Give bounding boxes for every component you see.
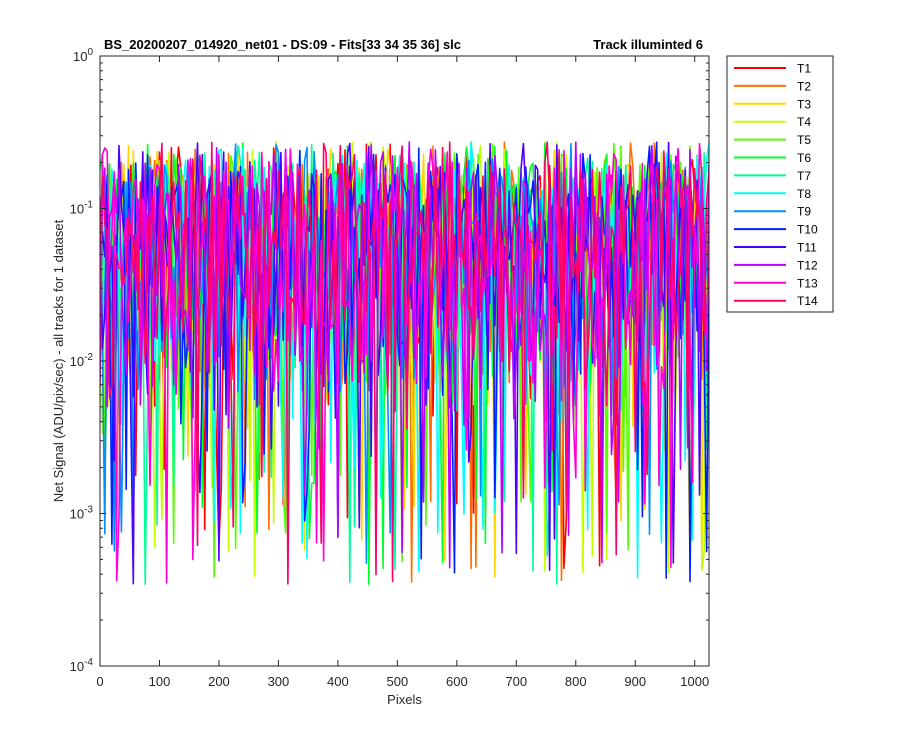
y-tick-exponent: -4 <box>84 657 93 668</box>
x-tick-label: 500 <box>387 674 409 689</box>
chart-title-right: Track illuminted 6 <box>593 37 703 52</box>
y-tick-label: 10-2 <box>70 352 94 369</box>
y-tick-label: 100 <box>73 47 93 64</box>
x-tick-label: 0 <box>96 674 103 689</box>
x-tick-label: 800 <box>565 674 587 689</box>
chart-title-left: BS_20200207_014920_net01 - DS:09 - Fits[… <box>104 37 461 52</box>
y-tick-label: 10-3 <box>70 505 94 522</box>
y-tick-exponent: 0 <box>87 47 93 58</box>
legend-box <box>726 55 834 313</box>
x-tick-label: 700 <box>505 674 527 689</box>
legend-label: T1 <box>797 62 811 76</box>
legend-label: T2 <box>797 79 811 93</box>
legend-label: T3 <box>797 97 811 111</box>
y-tick-label: 10-4 <box>70 657 94 674</box>
legend-label: T4 <box>797 115 811 129</box>
legend-label: T12 <box>797 258 818 272</box>
legend-label: T6 <box>797 151 811 165</box>
y-tick-label: 10-1 <box>70 200 94 217</box>
y-tick-base: 10 <box>70 507 84 522</box>
legend-label: T13 <box>797 276 818 290</box>
y-tick-base: 10 <box>73 49 87 64</box>
y-tick-base: 10 <box>70 354 84 369</box>
legend: T1 T2 T3 T4 T5 T6 T7 T8 T9 T10 T11 T12 T13 T14 <box>726 55 834 313</box>
x-tick-label: 600 <box>446 674 468 689</box>
legend-label: T14 <box>797 294 818 308</box>
x-tick-label: 200 <box>208 674 230 689</box>
y-tick-exponent: -1 <box>84 200 93 211</box>
net-signal-chart: 0 100 200 300 400 500 600 700 800 900 1000 10-410-… <box>51 37 834 707</box>
x-tick-label: 400 <box>327 674 349 689</box>
legend-label: T5 <box>797 133 811 147</box>
x-tick-label: 1000 <box>680 674 709 689</box>
figure: 0 100 200 300 400 500 600 700 800 900 1000 10-4 10-… <box>0 0 900 750</box>
x-tick-label: 300 <box>268 674 290 689</box>
y-tick-base: 10 <box>70 659 84 674</box>
x-tick-label: 900 <box>624 674 646 689</box>
y-tick-exponent: -2 <box>84 352 93 363</box>
x-axis-label: Pixels <box>387 692 422 707</box>
y-tick-exponent: -3 <box>84 505 93 516</box>
y-tick-base: 10 <box>70 202 84 217</box>
legend-label: T9 <box>797 205 811 219</box>
legend-label: T10 <box>797 223 818 237</box>
legend-label: T11 <box>797 241 817 255</box>
y-axis-label: Net Signal (ADU/pix/sec) - all tracks fo… <box>51 219 66 502</box>
legend-label: T7 <box>797 169 811 183</box>
legend-label: T8 <box>797 187 811 201</box>
x-tick-label: 100 <box>149 674 171 689</box>
